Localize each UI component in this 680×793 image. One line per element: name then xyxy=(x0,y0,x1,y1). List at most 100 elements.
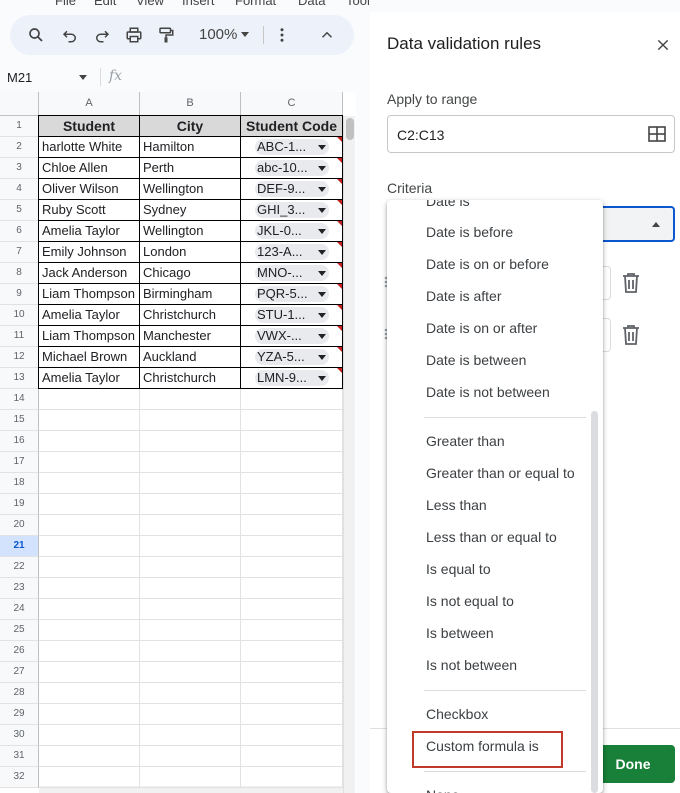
table-cell[interactable]: Christchurch xyxy=(139,367,241,389)
empty-cell[interactable] xyxy=(241,410,343,431)
menu-item[interactable]: Date is between xyxy=(426,352,526,368)
empty-cell[interactable] xyxy=(140,389,241,410)
empty-cell[interactable] xyxy=(39,767,140,788)
table-cell[interactable]: PQR-5... xyxy=(240,283,343,305)
table-cell[interactable]: Birmingham xyxy=(139,283,241,305)
empty-cell[interactable] xyxy=(140,473,241,494)
empty-cell[interactable] xyxy=(140,662,241,683)
menu-item[interactable]: Greater than or equal to xyxy=(426,465,575,481)
empty-cell[interactable] xyxy=(140,452,241,473)
empty-cell[interactable] xyxy=(140,557,241,578)
search-icon[interactable] xyxy=(24,23,48,47)
table-cell[interactable]: YZA-5... xyxy=(240,346,343,368)
empty-cell[interactable] xyxy=(241,599,343,620)
empty-cell[interactable] xyxy=(140,431,241,452)
header-cell[interactable]: Student Code xyxy=(240,115,343,137)
chevron-down-icon[interactable] xyxy=(318,292,326,297)
table-cell[interactable]: Wellington xyxy=(139,220,241,242)
delete-icon[interactable] xyxy=(621,272,641,294)
table-cell[interactable]: Jack Anderson xyxy=(38,262,140,284)
empty-cell[interactable] xyxy=(241,515,343,536)
empty-cell[interactable] xyxy=(140,494,241,515)
empty-cell[interactable] xyxy=(39,578,140,599)
chevron-up-icon[interactable] xyxy=(652,222,660,227)
menu-item[interactable]: Less than xyxy=(426,497,487,513)
empty-cell[interactable] xyxy=(140,599,241,620)
empty-cell[interactable] xyxy=(39,536,140,557)
menu-tools[interactable]: Tools xyxy=(346,0,370,8)
row-header[interactable]: 4 xyxy=(0,179,39,200)
name-box[interactable]: M21 xyxy=(0,64,100,90)
empty-cell[interactable] xyxy=(241,746,343,767)
row-header[interactable]: 2 xyxy=(0,137,39,158)
empty-cell[interactable] xyxy=(241,767,343,788)
zoom-select[interactable]: 100% xyxy=(199,26,237,43)
header-cell[interactable]: City xyxy=(139,115,241,137)
done-button[interactable]: Done xyxy=(591,745,675,783)
menu-item[interactable]: None xyxy=(426,787,459,793)
row-header[interactable]: 20 xyxy=(0,515,39,536)
table-cell[interactable]: Chicago xyxy=(139,262,241,284)
table-cell[interactable]: Amelia Taylor xyxy=(38,220,140,242)
empty-cell[interactable] xyxy=(39,515,140,536)
menu-item[interactable]: Date is on or after xyxy=(426,320,537,336)
empty-cell[interactable] xyxy=(241,389,343,410)
row-header[interactable]: 5 xyxy=(0,200,39,221)
row-header[interactable]: 17 xyxy=(0,452,39,473)
table-cell[interactable]: Ruby Scott xyxy=(38,199,140,221)
menu-item[interactable]: Date is not between xyxy=(426,384,550,400)
empty-cell[interactable] xyxy=(241,452,343,473)
empty-cell[interactable] xyxy=(39,599,140,620)
menu-item-checkbox[interactable]: Checkbox xyxy=(426,706,488,722)
row-header[interactable]: 29 xyxy=(0,704,39,725)
empty-cell[interactable] xyxy=(39,725,140,746)
row-header[interactable]: 22 xyxy=(0,557,39,578)
row-header[interactable]: 25 xyxy=(0,620,39,641)
row-header[interactable]: 32 xyxy=(0,767,39,788)
menu-insert[interactable]: Insert xyxy=(182,0,215,8)
menu-item[interactable]: Is not equal to xyxy=(426,593,514,609)
chevron-down-icon[interactable] xyxy=(241,32,249,37)
menu-data[interactable]: Data xyxy=(298,0,325,8)
row-header[interactable]: 7 xyxy=(0,242,39,263)
menu-item[interactable]: Date is on or before xyxy=(426,256,549,272)
empty-cell[interactable] xyxy=(241,473,343,494)
empty-cell[interactable] xyxy=(140,683,241,704)
row-header[interactable]: 21 xyxy=(0,536,39,557)
collapse-toolbar-icon[interactable] xyxy=(315,23,339,47)
empty-cell[interactable] xyxy=(140,620,241,641)
menu-item[interactable]: Date is before xyxy=(426,224,513,240)
empty-cell[interactable] xyxy=(39,620,140,641)
row-header[interactable]: 11 xyxy=(0,326,39,347)
empty-cell[interactable] xyxy=(140,725,241,746)
row-header[interactable]: 28 xyxy=(0,683,39,704)
empty-cell[interactable] xyxy=(39,641,140,662)
menu-item[interactable]: Date is xyxy=(426,200,470,209)
row-header[interactable]: 30 xyxy=(0,725,39,746)
empty-cell[interactable] xyxy=(39,431,140,452)
close-icon[interactable] xyxy=(652,34,674,56)
empty-cell[interactable] xyxy=(140,515,241,536)
row-header[interactable]: 15 xyxy=(0,410,39,431)
header-cell[interactable]: Student xyxy=(38,115,140,137)
column-header-c[interactable]: C xyxy=(241,92,343,116)
empty-cell[interactable] xyxy=(39,683,140,704)
empty-cell[interactable] xyxy=(140,767,241,788)
print-icon[interactable] xyxy=(122,23,146,47)
table-cell[interactable]: STU-1... xyxy=(240,304,343,326)
row-header[interactable]: 8 xyxy=(0,263,39,284)
empty-cell[interactable] xyxy=(39,494,140,515)
menu-item[interactable]: Greater than xyxy=(426,433,505,449)
empty-cell[interactable] xyxy=(140,578,241,599)
chevron-down-icon[interactable] xyxy=(318,334,326,339)
menu-item[interactable]: Date is after xyxy=(426,288,501,304)
row-header[interactable]: 6 xyxy=(0,221,39,242)
chevron-down-icon[interactable] xyxy=(318,145,326,150)
menu-file[interactable]: File xyxy=(55,0,76,8)
empty-cell[interactable] xyxy=(39,704,140,725)
table-cell[interactable]: Liam Thompson xyxy=(38,325,140,347)
vertical-scrollbar[interactable] xyxy=(343,116,355,793)
menu-item[interactable]: Is not between xyxy=(426,657,517,673)
table-cell[interactable]: Emily Johnson xyxy=(38,241,140,263)
table-cell[interactable]: Auckland xyxy=(139,346,241,368)
